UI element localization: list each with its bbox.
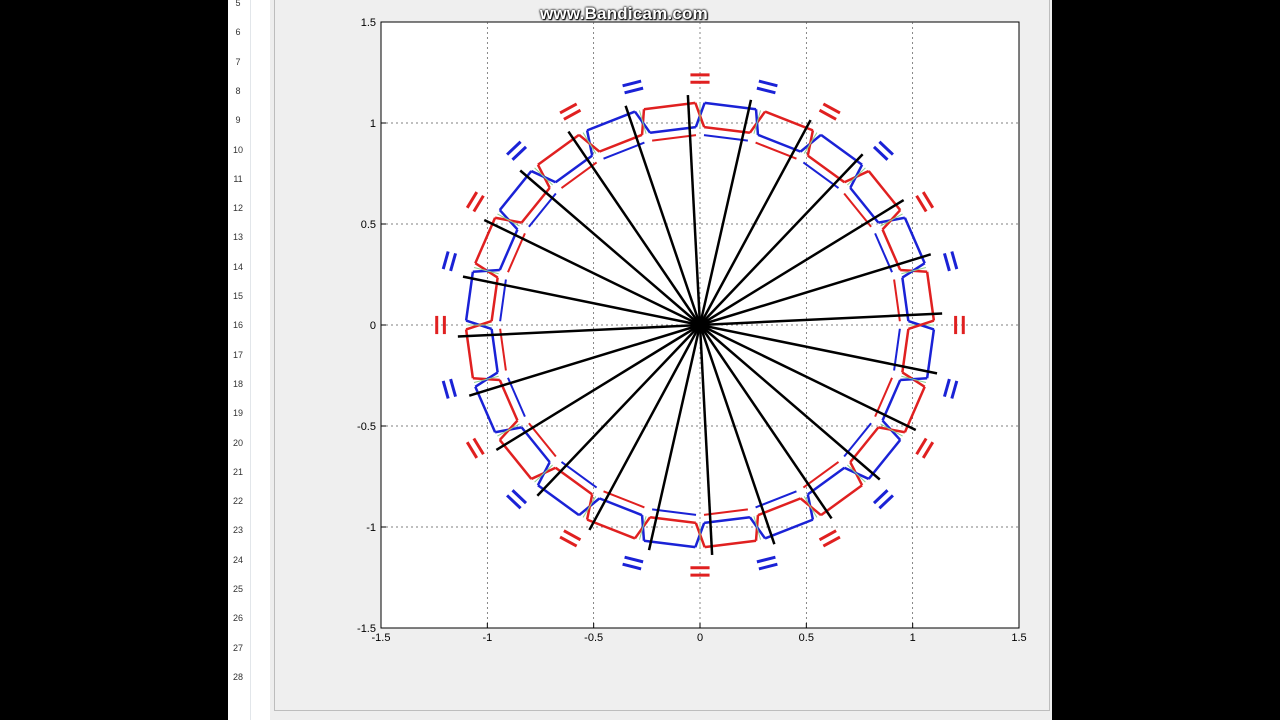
y-tick-label: -1	[366, 522, 376, 534]
y-tick-label: 1	[370, 118, 376, 130]
x-tick-label: 1	[910, 632, 916, 644]
x-tick-label: 0.5	[799, 632, 814, 644]
bandicam-watermark: www.Bandicam.com	[540, 4, 708, 23]
y-tick-label: 1.5	[361, 17, 376, 29]
y-tick-label: 0	[370, 320, 376, 332]
x-tick-label: -0.5	[584, 632, 603, 644]
x-tick-label: 0	[697, 632, 703, 644]
polar-plot-axes: -1.5 -1 -0.5 0 0.5 1 1.51.510.50-0.5-1-1.5	[357, 17, 1027, 644]
y-tick-label: -0.5	[357, 421, 376, 433]
hub-point	[694, 319, 706, 331]
x-tick-label: 1.5	[1011, 632, 1026, 644]
y-tick-label: 0.5	[361, 219, 376, 231]
y-tick-label: -1.5	[357, 623, 376, 635]
x-tick-label: -1	[482, 632, 492, 644]
